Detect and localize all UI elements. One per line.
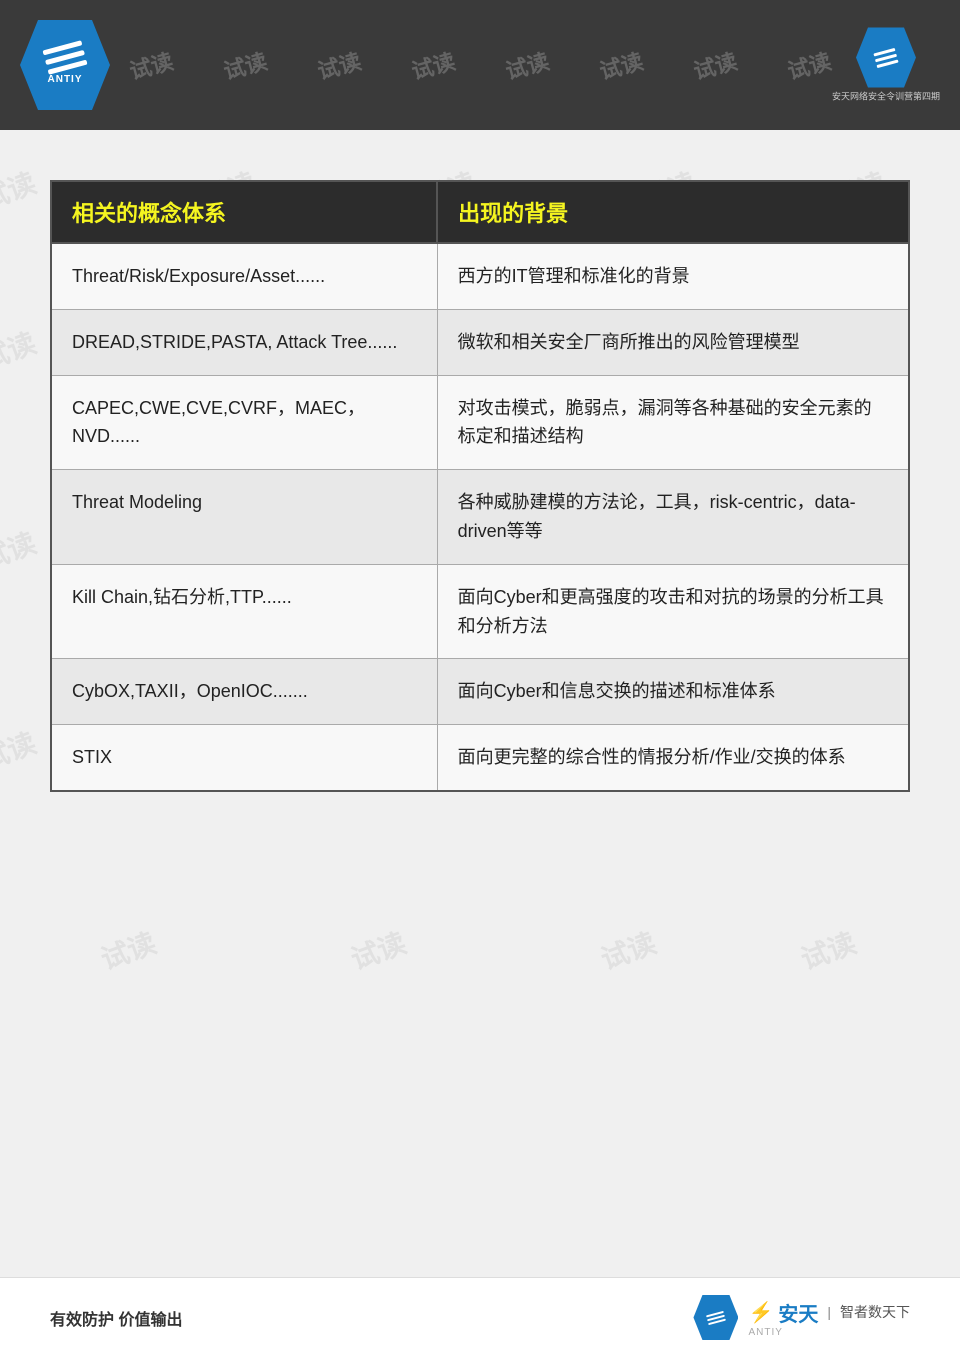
table-cell-left-2: CAPEC,CWE,CVE,CVRF，MAEC，NVD...... [51,375,437,470]
footer-antiy-icon: ⚡ [748,1300,773,1325]
table-cell-left-3: Threat Modeling [51,470,437,565]
concept-table: 相关的概念体系 出现的背景 Threat/Risk/Exposure/Asset… [50,180,910,792]
col2-header: 出现的背景 [437,181,909,243]
bwm-23: 试读 [595,922,661,979]
table-cell-right-4: 面向Cyber和更高强度的攻击和对抗的场景的分析工具和分析方法 [437,564,909,659]
footer-tagline: 有效防护 价值输出 [50,1306,182,1330]
wm-6: 试读 [596,44,647,86]
table-cell-right-2: 对攻击模式，脆弱点，漏洞等各种基础的安全元素的标定和描述结构 [437,375,909,470]
table-cell-right-1: 微软和相关安全厂商所推出的风险管理模型 [437,309,909,375]
wm-8: 试读 [784,44,835,86]
footer-divider: | [827,1304,831,1320]
table-row: Threat Modeling各种威胁建模的方法论，工具，risk-centri… [51,470,909,565]
footer-brand-text: ⚡ 安天 | 智者数天下 ANTIY [748,1298,910,1338]
footer-brand-main: ⚡ 安天 | 智者数天下 [748,1298,910,1327]
bwm-22: 试读 [345,922,411,979]
table-cell-left-1: DREAD,STRIDE,PASTA, Attack Tree...... [51,309,437,375]
table-row: DREAD,STRIDE,PASTA, Attack Tree......微软和… [51,309,909,375]
bwm-21: 试读 [95,922,161,979]
table-cell-right-3: 各种威胁建模的方法论，工具，risk-centric，data-driven等等 [437,470,909,565]
wm-7: 试读 [690,44,741,86]
table-cell-left-4: Kill Chain,钻石分析,TTP...... [51,564,437,659]
right-logo-hex [856,28,916,88]
header-right-logo: 安天网络安全令训营第四期 [832,28,940,103]
header-watermarks: 试读 试读 试读 试读 试读 试读 试读 试读 [0,0,960,130]
table-cell-right-6: 面向更完整的综合性的情报分析/作业/交换的体系 [437,725,909,791]
wm-4: 试读 [408,44,459,86]
table-row: Kill Chain,钻石分析,TTP......面向Cyber和更高强度的攻击… [51,564,909,659]
table-row: CybOX,TAXII，OpenIOC.......面向Cyber和信息交换的描… [51,659,909,725]
header-right-logo-text: 安天网络安全令训营第四期 [832,90,940,103]
page-footer: 有效防护 价值输出 ⚡ 安天 | 智者数天下 ANTIY [0,1277,960,1357]
footer-brand-name: 安天 [778,1298,818,1327]
table-row: Threat/Risk/Exposure/Asset......西方的IT管理和… [51,243,909,309]
footer-brand-sub: 智者数天下 [840,1302,910,1322]
table-cell-right-5: 面向Cyber和信息交换的描述和标准体系 [437,659,909,725]
table-cell-left-0: Threat/Risk/Exposure/Asset...... [51,243,437,309]
table-cell-left-5: CybOX,TAXII，OpenIOC....... [51,659,437,725]
bwm-24: 试读 [795,922,861,979]
col1-header: 相关的概念体系 [51,181,437,243]
wm-1: 试读 [126,44,177,86]
footer-logo-hex [693,1295,738,1340]
main-content: 相关的概念体系 出现的背景 Threat/Risk/Exposure/Asset… [0,130,960,852]
footer-brand: ⚡ 安天 | 智者数天下 ANTIY [693,1295,910,1340]
wm-2: 试读 [220,44,271,86]
table-row: STIX面向更完整的综合性的情报分析/作业/交换的体系 [51,725,909,791]
wm-5: 试读 [502,44,553,86]
page-header: ANTIY 试读 试读 试读 试读 试读 试读 试读 试读 安天网络安全令训营第… [0,0,960,130]
footer-antiy-label: ANTIY [748,1327,782,1338]
table-cell-right-0: 西方的IT管理和标准化的背景 [437,243,909,309]
table-cell-left-6: STIX [51,725,437,791]
table-row: CAPEC,CWE,CVE,CVRF，MAEC，NVD......对攻击模式，脆… [51,375,909,470]
wm-3: 试读 [314,44,365,86]
